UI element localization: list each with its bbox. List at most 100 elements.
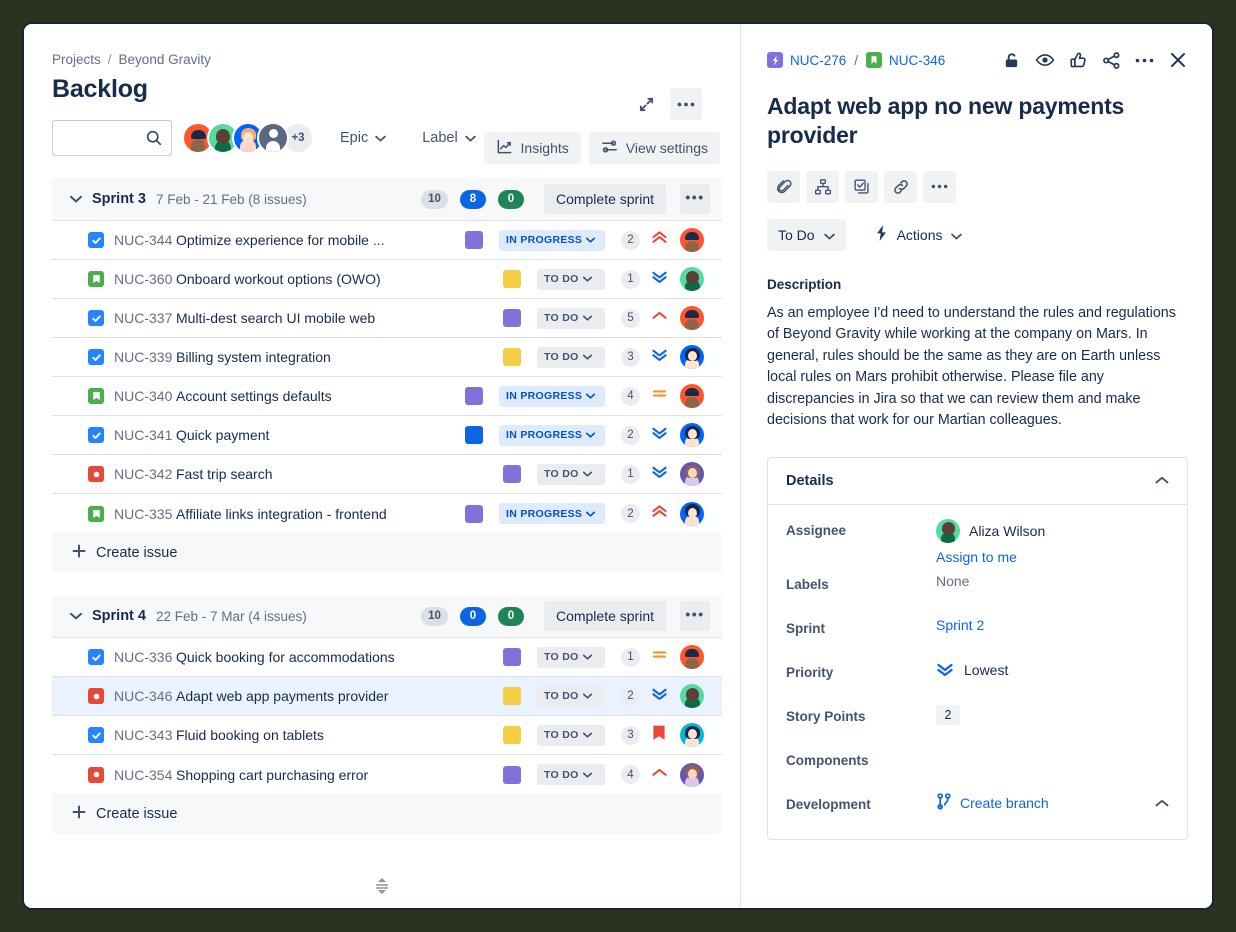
detail-issue-key[interactable]: NUC-346 [889, 53, 945, 68]
story-points-badge[interactable]: 1 [621, 270, 640, 289]
avatar[interactable] [680, 345, 704, 369]
story-points-badge[interactable]: 4 [621, 765, 640, 784]
issue-summary[interactable]: Fast trip search [176, 466, 503, 482]
story-points-badge[interactable]: 3 [621, 348, 640, 367]
detail-more-icon[interactable] [1135, 58, 1154, 63]
view-settings-button[interactable]: View settings [589, 132, 720, 164]
sprint-more-icon[interactable]: ••• [680, 184, 710, 214]
story-points-badge[interactable]: 2 [621, 231, 640, 250]
sprint-badge-inprogress[interactable]: 8 [460, 190, 486, 209]
watch-icon[interactable] [1035, 50, 1055, 70]
development-collapse-icon[interactable] [1155, 795, 1169, 811]
issue-status-chip[interactable]: TO DO [537, 308, 605, 329]
issue-summary[interactable]: Optimize experience for mobile ... [176, 232, 465, 248]
epic-color-swatch[interactable] [465, 387, 483, 405]
priority-icon-wrap[interactable] [648, 308, 670, 328]
avatar[interactable] [257, 122, 289, 154]
issue-summary[interactable]: Account settings defaults [176, 388, 465, 404]
avatar[interactable] [680, 423, 704, 447]
epic-color-swatch[interactable] [503, 766, 521, 784]
avatar[interactable] [680, 684, 704, 708]
issue-key[interactable]: NUC-360 [114, 271, 176, 287]
issue-key[interactable]: NUC-341 [114, 427, 176, 443]
avatar[interactable] [680, 723, 704, 747]
issue-key[interactable]: NUC-343 [114, 727, 176, 743]
priority-icon-wrap[interactable] [648, 347, 670, 367]
chevron-down-icon[interactable] [68, 608, 84, 624]
issue-row[interactable]: NUC-342Fast trip searchTO DO1 [52, 455, 722, 494]
assign-to-me-link[interactable]: Assign to me [936, 549, 1169, 565]
complete-sprint-button[interactable]: Complete sprint [544, 601, 666, 631]
issue-row[interactable]: NUC-339Billing system integrationTO DO3 [52, 338, 722, 377]
field-sprint-value[interactable]: Sprint 2 [936, 617, 1169, 633]
attach-icon[interactable] [767, 171, 800, 203]
child-issue-icon[interactable] [806, 171, 839, 203]
field-priority-value-group[interactable]: Lowest [936, 661, 1169, 680]
share-icon[interactable] [1102, 51, 1121, 70]
chevron-down-icon[interactable] [68, 191, 84, 207]
insights-button[interactable]: Insights [484, 132, 581, 164]
avatar-group[interactable]: +3 [182, 122, 314, 154]
issue-status-chip[interactable]: TO DO [537, 764, 605, 785]
issue-summary[interactable]: Billing system integration [176, 349, 503, 365]
avatar[interactable] [680, 645, 704, 669]
sprint-badge-todo[interactable]: 10 [421, 190, 448, 209]
issue-status-chip[interactable]: IN PROGRESS [499, 230, 605, 251]
details-card-header[interactable]: Details [768, 458, 1187, 505]
issue-status-chip[interactable]: TO DO [537, 647, 605, 668]
priority-icon-wrap[interactable] [648, 504, 670, 524]
issue-row[interactable]: NUC-337Multi-dest search UI mobile webTO… [52, 299, 722, 338]
issue-actions-more-icon[interactable] [923, 171, 956, 203]
filter-epic[interactable]: Epic [330, 122, 396, 154]
checklist-icon[interactable] [845, 171, 878, 203]
issue-status-chip[interactable]: TO DO [537, 464, 605, 485]
filter-label[interactable]: Label [412, 122, 485, 154]
page-more-icon[interactable] [670, 88, 702, 120]
issue-row[interactable]: NUC-346Adapt web app payments providerTO… [52, 677, 722, 716]
complete-sprint-button[interactable]: Complete sprint [544, 184, 666, 214]
issue-row[interactable]: NUC-336Quick booking for accommodations T… [52, 638, 722, 677]
priority-icon-wrap[interactable] [648, 230, 670, 250]
assignee-value[interactable]: Aliza Wilson [936, 519, 1169, 543]
issue-row[interactable]: NUC-360Onboard workout options (OWO) TO D… [52, 260, 722, 299]
epic-color-swatch[interactable] [503, 348, 521, 366]
story-points-badge[interactable]: 2 [621, 687, 640, 706]
epic-color-swatch[interactable] [503, 648, 521, 666]
detail-epic-key[interactable]: NUC-276 [790, 53, 846, 68]
avatar[interactable] [680, 384, 704, 408]
issue-summary[interactable]: Shopping cart purchasing error [176, 767, 503, 783]
priority-icon-wrap[interactable] [648, 425, 670, 445]
issue-key[interactable]: NUC-342 [114, 466, 176, 482]
issue-summary[interactable]: Quick booking for accommodations [176, 649, 503, 665]
close-icon[interactable] [1168, 50, 1188, 70]
issue-summary[interactable]: Adapt web app payments provider [176, 688, 503, 704]
epic-color-swatch[interactable] [503, 465, 521, 483]
issue-key[interactable]: NUC-344 [114, 232, 176, 248]
story-points-badge[interactable]: 4 [621, 387, 640, 406]
avatar[interactable] [680, 267, 704, 291]
issue-row[interactable]: NUC-341Quick paymentIN PROGRESS2 [52, 416, 722, 455]
epic-color-swatch[interactable] [503, 270, 521, 288]
detail-breadcrumb-issue[interactable]: NUC-346 [866, 52, 945, 68]
priority-icon-wrap[interactable] [648, 686, 670, 706]
issue-key[interactable]: NUC-336 [114, 649, 176, 665]
epic-color-swatch[interactable] [465, 231, 483, 249]
priority-icon-wrap[interactable] [648, 269, 670, 289]
epic-color-swatch[interactable] [503, 309, 521, 327]
search-input[interactable] [52, 120, 172, 156]
status-dropdown[interactable]: To Do [767, 219, 846, 251]
story-points-badge[interactable]: 5 [621, 309, 640, 328]
story-points-badge[interactable]: 1 [621, 648, 640, 667]
issue-summary[interactable]: Onboard workout options (OWO) [176, 271, 503, 287]
detail-breadcrumb-epic[interactable]: NUC-276 [767, 52, 846, 68]
issue-status-chip[interactable]: TO DO [537, 269, 605, 290]
issue-key[interactable]: NUC-354 [114, 767, 176, 783]
sprint-more-icon[interactable]: ••• [680, 601, 710, 631]
issue-status-chip[interactable]: TO DO [537, 725, 605, 746]
issue-status-chip[interactable]: IN PROGRESS [499, 503, 605, 524]
epic-color-swatch[interactable] [465, 426, 483, 444]
like-icon[interactable] [1069, 51, 1088, 70]
actions-dropdown[interactable]: Actions [870, 219, 966, 251]
issue-summary[interactable]: Fluid booking on tablets [176, 727, 503, 743]
chevron-up-icon[interactable] [1155, 472, 1169, 490]
